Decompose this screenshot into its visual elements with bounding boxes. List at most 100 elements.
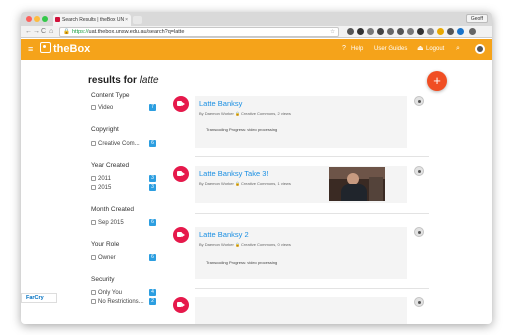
- extension-icon[interactable]: [457, 28, 464, 35]
- result-meta: By Daemon Worker 🔒 Creative Commons, 2 v…: [199, 111, 291, 116]
- result-divider: [195, 156, 429, 157]
- filter-option-label: Video: [98, 105, 114, 111]
- browser-tab[interactable]: Search Results | theBox UN ×: [53, 14, 131, 26]
- video-thumbnail[interactable]: [329, 167, 385, 201]
- filter-checkbox[interactable]: [91, 175, 96, 181]
- count-badge: 2: [149, 298, 156, 305]
- transcoding-progress: Transcoding Progress: video processing: [206, 127, 278, 132]
- back-arrow-icon[interactable]: ←: [25, 27, 32, 37]
- filter-checkbox[interactable]: [91, 289, 96, 295]
- filter-option-label: Creative Com...: [98, 141, 140, 147]
- video-camera-icon: [173, 297, 189, 313]
- result-card: Latte Banksy By Daemon Worker 🔒 Creative…: [195, 96, 407, 148]
- filter-checkbox[interactable]: [91, 254, 96, 260]
- minimize-window-button[interactable]: [34, 16, 40, 22]
- search-query: latte: [139, 75, 159, 86]
- help-link[interactable]: Help: [351, 45, 363, 54]
- filter-checkbox[interactable]: [91, 298, 96, 304]
- filter-option[interactable]: 2015 3: [91, 184, 156, 192]
- gear-icon[interactable]: [414, 96, 424, 106]
- extension-icon[interactable]: [397, 28, 404, 35]
- browser-tab-title: Search Results | theBox UN: [62, 17, 125, 23]
- avatar[interactable]: [475, 44, 485, 54]
- filter-option[interactable]: Creative Com... 6: [91, 140, 156, 148]
- filter-heading: Year Created: [91, 162, 130, 169]
- video-camera-icon: [173, 227, 189, 243]
- filter-option[interactable]: Sep 2015 6: [91, 219, 156, 227]
- add-button[interactable]: +: [427, 71, 447, 91]
- search-icon[interactable]: ⌕: [456, 44, 460, 54]
- result-meta: By Daemon Worker 🔒 Creative Commons, 1 v…: [199, 181, 291, 186]
- filter-checkbox[interactable]: [91, 219, 96, 225]
- user-guides-link[interactable]: User Guides: [374, 45, 407, 54]
- forward-arrow-icon[interactable]: →: [33, 27, 40, 37]
- bookmark-star-icon[interactable]: ☆: [330, 28, 335, 36]
- gear-icon[interactable]: [414, 227, 424, 237]
- favicon-icon: [55, 17, 60, 22]
- gear-icon[interactable]: [414, 166, 424, 176]
- filter-checkbox[interactable]: [91, 184, 96, 190]
- extension-icon[interactable]: [447, 28, 454, 35]
- results-prefix: results for: [88, 75, 137, 86]
- result-meta: By Daemon Worker 🔒 Creative Commons, 0 v…: [199, 242, 291, 247]
- result-card: Latte Banksy Take 3! By Daemon Worker 🔒 …: [195, 166, 407, 203]
- new-tab-button[interactable]: [133, 16, 142, 24]
- filter-heading: Content Type: [91, 92, 130, 99]
- extension-icon[interactable]: [417, 28, 424, 35]
- farcry-badge[interactable]: FarCry: [21, 293, 57, 303]
- extension-icon[interactable]: [387, 28, 394, 35]
- logout-link[interactable]: Logout: [426, 45, 444, 54]
- browser-tab-bar: Search Results | theBox UN × Geoff: [21, 12, 492, 26]
- extension-icon[interactable]: [427, 28, 434, 35]
- extension-icon[interactable]: [357, 28, 364, 35]
- count-badge: 6: [149, 140, 156, 147]
- tab-close-icon[interactable]: ×: [125, 14, 128, 26]
- lock-icon: 🔒: [63, 29, 70, 35]
- filter-checkbox[interactable]: [91, 104, 96, 110]
- filter-heading: Security: [91, 276, 115, 283]
- app-header: ≡ theBox ? Help User Guides ⏏ Logout ⌕: [21, 39, 492, 60]
- extension-icon[interactable]: [437, 28, 444, 35]
- count-badge: 3: [149, 184, 156, 191]
- count-badge: 6: [149, 254, 156, 261]
- filter-option[interactable]: No Restrictions... 2: [91, 298, 156, 306]
- count-badge: 6: [149, 219, 156, 226]
- result-divider: [195, 288, 429, 289]
- extension-icon[interactable]: [367, 28, 374, 35]
- logo-text: theBox: [53, 43, 91, 55]
- browser-menu-icon[interactable]: [469, 28, 476, 35]
- filter-heading: Your Role: [91, 241, 120, 248]
- url-bar[interactable]: 🔒 https://uat.thebox.unsw.edu.au/search?…: [59, 27, 339, 37]
- filter-option[interactable]: 2011 3: [91, 175, 156, 183]
- menu-icon[interactable]: ≡: [28, 44, 33, 54]
- result-title-link[interactable]: Latte Banksy: [199, 99, 242, 109]
- filter-option-label: Sep 2015: [98, 220, 124, 226]
- filter-option[interactable]: Video 7: [91, 104, 156, 112]
- filter-heading: Copyright: [91, 126, 119, 133]
- thebox-logo[interactable]: theBox: [40, 42, 90, 57]
- extension-icon[interactable]: [347, 28, 354, 35]
- close-window-button[interactable]: [26, 16, 32, 22]
- transcoding-progress: Transcoding Progress: video processing: [206, 260, 278, 265]
- reload-icon[interactable]: C: [41, 27, 46, 37]
- filter-option[interactable]: Owner 6: [91, 254, 156, 262]
- url-text: uat.thebox.unsw.edu.au/search?q=latte: [88, 29, 185, 35]
- filter-option-label: No Restrictions...: [98, 299, 144, 305]
- filter-checkbox[interactable]: [91, 140, 96, 146]
- logout-icon: ⏏: [417, 45, 424, 52]
- profile-button[interactable]: Geoff: [465, 14, 488, 23]
- help-icon: ?: [342, 45, 346, 52]
- logo-mark-icon: [40, 42, 51, 53]
- home-icon[interactable]: ⌂: [49, 27, 53, 37]
- maximize-window-button[interactable]: [42, 16, 48, 22]
- gear-icon[interactable]: [414, 297, 424, 307]
- count-badge: 4: [149, 289, 156, 296]
- count-badge: 7: [149, 104, 156, 111]
- filter-option-label: Owner: [98, 255, 116, 261]
- result-title-link[interactable]: Latte Banksy Take 3!: [199, 169, 269, 179]
- extension-icon[interactable]: [407, 28, 414, 35]
- result-title-link[interactable]: Latte Banksy 2: [199, 230, 249, 240]
- filter-option[interactable]: Only You 4: [91, 289, 156, 297]
- extension-icon[interactable]: [377, 28, 384, 35]
- filter-option-label: 2015: [98, 185, 112, 191]
